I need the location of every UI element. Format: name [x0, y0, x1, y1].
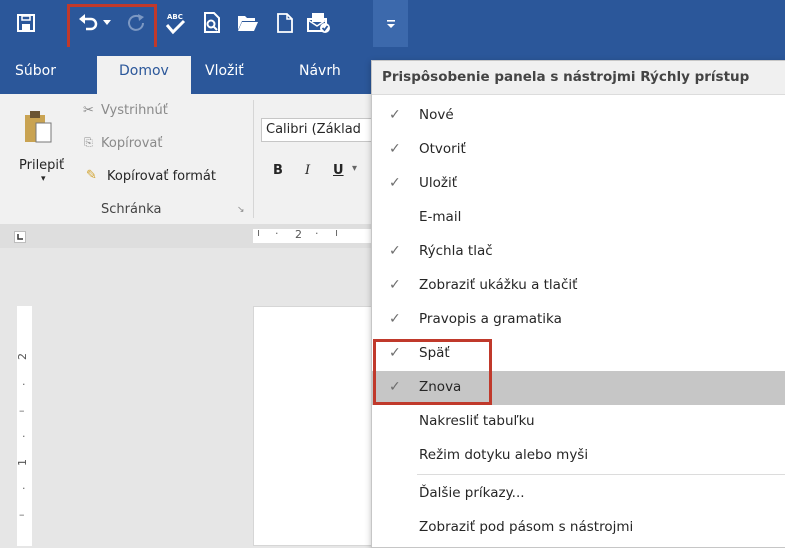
tab-home[interactable]: Domov	[97, 56, 191, 94]
customize-qat-menu: Prispôsobenie panela s nástrojmi Rýchly …	[371, 60, 785, 548]
paste-icon[interactable]	[24, 110, 52, 148]
format-painter-icon[interactable]: ✎	[86, 168, 97, 183]
ruler-tick: –	[19, 404, 25, 417]
menu-header: Prispôsobenie panela s nástrojmi Rýchly …	[372, 61, 785, 95]
svg-text:ABC: ABC	[167, 13, 183, 21]
menu-item-touch-mouse-mode[interactable]: Režim dotyku alebo myši	[372, 439, 785, 473]
print-preview-icon[interactable]	[197, 8, 227, 38]
menu-item-more-commands[interactable]: Ďalšie príkazy...	[372, 477, 785, 511]
quick-access-toolbar: ABC	[0, 0, 785, 52]
ruler-track: ı · 2 · ı	[253, 226, 371, 243]
check-icon: ✓	[389, 141, 401, 157]
ruler-tick: ·	[275, 227, 279, 240]
save-icon[interactable]	[11, 8, 41, 38]
menu-item-open[interactable]: ✓ Otvoriť	[372, 133, 785, 167]
menu-title: Prispôsobenie panela s nástrojmi Rýchly …	[382, 69, 750, 85]
menu-item-label: Zobraziť pod pásom s nástrojmi	[419, 519, 634, 535]
menu-separator	[417, 474, 785, 475]
font-name-value: Calibri (Základ	[266, 122, 361, 137]
menu-item-print-preview[interactable]: ✓ Zobraziť ukážku a tlačiť	[372, 269, 785, 303]
menu-item-label: E-mail	[419, 209, 462, 225]
menu-item-new[interactable]: ✓ Nové	[372, 99, 785, 133]
format-painter-button-label[interactable]: Kopírovať formát	[107, 169, 216, 184]
ruler-tick: ı	[257, 226, 261, 239]
italic-button[interactable]: I	[305, 163, 310, 178]
bold-button[interactable]: B	[273, 163, 283, 178]
menu-item-label: Nové	[419, 107, 454, 123]
ruler-tick: ı	[335, 226, 339, 239]
tab-design[interactable]: Návrh	[299, 63, 341, 79]
tab-insert[interactable]: Vložiť	[205, 63, 244, 79]
menu-item-draw-table[interactable]: Nakresliť tabuľku	[372, 405, 785, 439]
ruler-tick: ·	[315, 227, 319, 240]
menu-item-label: Otvoriť	[419, 141, 466, 157]
ruler-tick: ·	[22, 430, 26, 443]
vertical-ruler: 2 · – · 1 · –	[16, 306, 32, 546]
ruler-tick: ·	[22, 482, 26, 495]
group-label-clipboard: Schránka	[101, 202, 162, 217]
underline-button[interactable]: U	[333, 163, 344, 178]
check-icon: ✓	[389, 243, 401, 259]
check-icon: ✓	[389, 277, 401, 293]
menu-item-save[interactable]: ✓ Uložiť	[372, 167, 785, 201]
email-icon[interactable]	[304, 8, 334, 38]
clipboard-launcher-icon[interactable]: ↘	[237, 205, 245, 215]
underline-dropdown-icon[interactable]: ▾	[352, 163, 357, 174]
paste-dropdown-icon[interactable]: ▾	[41, 174, 46, 184]
menu-item-spelling-grammar[interactable]: ✓ Pravopis a gramatika	[372, 303, 785, 337]
menu-item-label: Zobraziť ukážku a tlačiť	[419, 277, 578, 293]
annotation-highlight-undo-redo-items	[373, 339, 492, 405]
menu-item-email[interactable]: E-mail	[372, 201, 785, 235]
spelling-icon[interactable]: ABC	[160, 8, 190, 38]
ruler-number: 2	[16, 353, 29, 360]
group-divider	[253, 100, 254, 218]
menu-item-label: Rýchla tlač	[419, 243, 493, 259]
menu-item-label: Režim dotyku alebo myši	[419, 447, 589, 463]
menu-item-label: Pravopis a gramatika	[419, 311, 562, 327]
menu-item-label: Uložiť	[419, 175, 458, 191]
tab-file[interactable]: Súbor	[15, 63, 56, 79]
document-page[interactable]	[253, 306, 383, 546]
ruler-tick: ·	[22, 378, 26, 391]
menu-item-label: Ďalšie príkazy...	[419, 485, 525, 501]
copy-button-label[interactable]: Kopírovať	[101, 136, 162, 151]
font-name-combobox[interactable]: Calibri (Základ	[261, 118, 376, 142]
tab-selector-icon[interactable]	[14, 231, 26, 243]
cut-button-label[interactable]: Vystrihnúť	[101, 103, 168, 118]
cut-icon[interactable]: ✂	[83, 103, 94, 118]
annotation-highlight-undo-redo	[67, 4, 157, 52]
customize-qat-icon[interactable]	[373, 0, 408, 47]
menu-item-label: Nakresliť tabuľku	[419, 413, 535, 429]
check-icon: ✓	[389, 311, 401, 327]
check-icon: ✓	[389, 175, 401, 191]
ruler-number: 1	[16, 459, 29, 466]
menu-item-quick-print[interactable]: ✓ Rýchla tlač	[372, 235, 785, 269]
check-icon: ✓	[389, 107, 401, 123]
copy-icon[interactable]: ⎘	[84, 136, 93, 150]
new-document-icon[interactable]	[270, 8, 300, 38]
open-folder-icon[interactable]	[233, 8, 263, 38]
menu-item-show-below-ribbon[interactable]: Zobraziť pod pásom s nástrojmi	[372, 511, 785, 545]
ruler-tick: –	[19, 508, 25, 521]
paste-button-label[interactable]: Prilepiť	[19, 158, 64, 173]
ruler-number: 2	[295, 228, 302, 241]
